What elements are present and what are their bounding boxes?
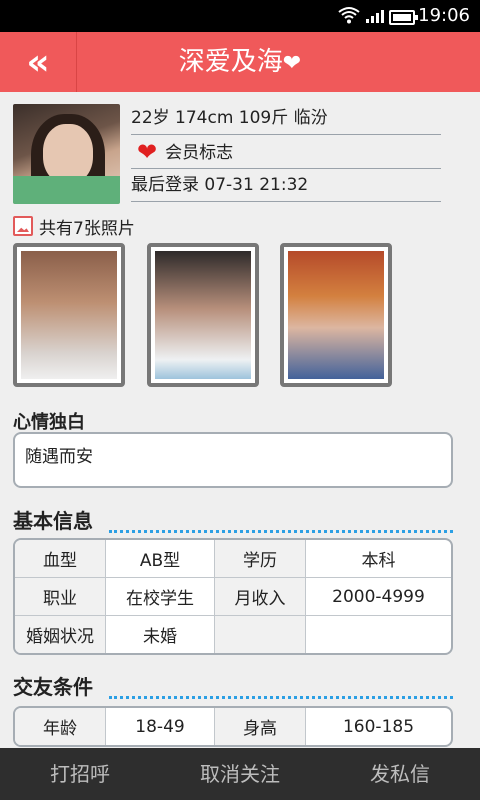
table-row: 婚姻状况 未婚 (15, 616, 451, 653)
send-message-button[interactable]: 发私信 (320, 748, 480, 800)
table-cell: 18-49 (106, 708, 215, 745)
basic-info-table: 血型 AB型 学历 本科 职业 在校学生 月收入 2000-4999 婚姻状况 … (13, 538, 453, 655)
table-cell: 未婚 (106, 616, 215, 653)
photo-thumbnail[interactable] (13, 243, 125, 387)
wifi-icon (338, 7, 360, 24)
title-bar: « 深爱及海❤ (0, 32, 480, 92)
table-cell: 160-185 (342, 716, 415, 737)
status-time: 19:06 (418, 5, 470, 26)
bottom-action-bar: 打招呼 取消关注 发私信 (0, 748, 480, 800)
basic-info-heading: 基本信息 (13, 505, 453, 535)
page-title: 深爱及海❤ (76, 32, 404, 92)
last-login: 最后登录 07-31 21:32 (131, 169, 441, 202)
table-cell (215, 616, 306, 653)
table-cell: 职业 (15, 578, 106, 616)
member-heart-icon: ❤ (137, 138, 158, 166)
table-cell: 学历 (215, 540, 306, 578)
member-label: 会员标志 (165, 143, 234, 163)
battery-icon (389, 10, 418, 25)
status-bar: 19:06 (0, 0, 480, 32)
back-button[interactable]: « (0, 32, 77, 92)
table-cell: 身高 (215, 708, 306, 745)
table-cell: 婚姻状况 (15, 616, 106, 653)
table-cell: 2000-4999 (306, 578, 451, 616)
friend-criteria-heading: 交友条件 (13, 671, 453, 701)
photos-count: 共有7张照片 (39, 219, 135, 239)
double-chevron-left-icon: « (26, 41, 50, 83)
table-row: 年龄 18-49 身高 160-185 (15, 708, 451, 745)
mood-heading: 心情独白 (13, 412, 85, 433)
unfollow-button[interactable]: 取消关注 (160, 748, 320, 800)
profile-basic-line: 22岁 174cm 109斤 临汾 (131, 102, 441, 135)
table-cell: 血型 (15, 540, 106, 578)
table-cell (306, 616, 451, 653)
heart-icon: ❤ (282, 51, 302, 76)
divider (109, 530, 453, 533)
friend-criteria-label: 交友条件 (13, 675, 93, 699)
friend-criteria-table: 年龄 18-49 身高 160-185 (13, 706, 453, 747)
mood-text: 随遇而安 (13, 432, 453, 488)
photos-heading: 共有7张照片 (13, 216, 135, 240)
table-cell: 本科 (306, 540, 451, 578)
profile-avatar[interactable] (13, 104, 120, 204)
table-cell: 月收入 (215, 578, 306, 616)
signal-icon (366, 10, 384, 23)
photo-thumbnail[interactable] (147, 243, 259, 387)
table-cell: 年龄 (15, 708, 106, 745)
table-cell: 在校学生 (106, 578, 215, 616)
table-cell: AB型 (106, 540, 215, 578)
table-row: 血型 AB型 学历 本科 (15, 540, 451, 578)
page-title-text: 深爱及海 (178, 47, 283, 77)
photo-thumbnail[interactable] (280, 243, 392, 387)
picture-icon (13, 216, 33, 236)
greet-button[interactable]: 打招呼 (0, 748, 160, 800)
member-badge-row: ❤ 会员标志 (131, 136, 441, 169)
basic-info-label: 基本信息 (13, 509, 93, 533)
table-row: 职业 在校学生 月收入 2000-4999 (15, 578, 451, 616)
divider (109, 696, 453, 699)
